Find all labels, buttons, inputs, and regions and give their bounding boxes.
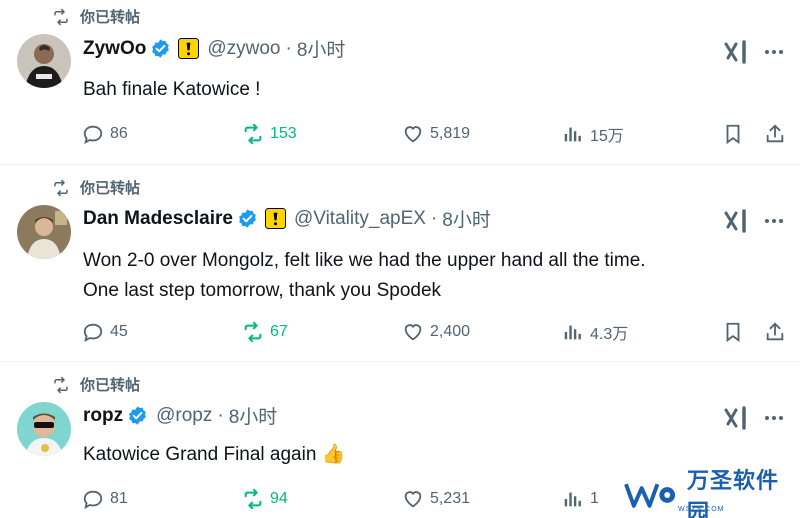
repost-label: 你已转帖 — [80, 180, 141, 197]
repost-label: 你已转帖 — [80, 9, 141, 26]
tweet-apex[interactable]: 你已转帖 Dan Madesclaire @Vitality_apEX · 8小… — [0, 165, 800, 361]
user-handle[interactable]: @ropz — [156, 405, 212, 427]
repost-count: 153 — [270, 125, 297, 142]
repost-icon — [54, 376, 68, 393]
grok-icon[interactable] — [722, 38, 750, 66]
repost-icon — [244, 321, 262, 343]
user-handle[interactable]: @Vitality_apEX — [294, 208, 426, 230]
reply-count: 45 — [110, 323, 128, 340]
tweet-text: Won 2-0 over Mongolz, felt like we had t… — [83, 246, 646, 306]
reply-icon — [83, 490, 103, 510]
like-count: 5,819 — [430, 125, 471, 142]
share-icon — [766, 124, 784, 143]
repost-count: 94 — [270, 490, 288, 507]
like-icon — [404, 324, 422, 341]
reply-button[interactable]: 86 — [82, 119, 128, 149]
avatar[interactable] — [17, 402, 71, 456]
like-icon — [404, 491, 422, 508]
views-button[interactable]: 4.3万 — [562, 317, 628, 347]
tweet-text-line: Katowice Grand Final again 👍 — [83, 444, 346, 465]
bookmark-icon — [726, 124, 740, 145]
repost-icon — [244, 123, 262, 145]
user-handle[interactable]: @zywoo — [207, 38, 280, 60]
view-count: 1 — [590, 490, 599, 507]
views-icon — [564, 492, 581, 507]
separator-dot: · — [217, 404, 224, 426]
tweet-actions: 45 67 2,400 4.3万 — [82, 317, 794, 347]
repost-button[interactable]: 94 — [242, 484, 288, 514]
more-icon[interactable] — [762, 40, 786, 64]
reply-button[interactable]: 81 — [82, 484, 128, 514]
share-icon — [766, 322, 784, 341]
like-icon — [404, 126, 422, 143]
reply-button[interactable]: 45 — [82, 317, 128, 347]
like-button[interactable]: 2,400 — [402, 317, 470, 347]
bookmark-button[interactable] — [722, 317, 744, 347]
tweet-zywoo[interactable]: 你已转帖 ZywOo @zywoo · 8小时 Bah finale Katow… — [0, 0, 800, 164]
more-icon[interactable] — [762, 209, 786, 233]
display-name[interactable]: ropz — [83, 405, 123, 427]
watermark-logo-icon — [624, 483, 676, 508]
separator-dot: · — [430, 207, 438, 229]
tweet-header: ropz @ropz · 8小时 — [83, 402, 277, 429]
separator-dot: · — [285, 37, 292, 59]
like-count: 2,400 — [430, 323, 471, 340]
display-name[interactable]: ZywOo — [83, 38, 146, 60]
tweet-text: Katowice Grand Final again 👍 — [83, 440, 345, 470]
view-count: 4.3万 — [590, 326, 629, 343]
repost-context: 你已转帖 — [52, 374, 140, 395]
tweet-text-line: Won 2-0 over Mongolz, felt like we had t… — [83, 250, 646, 271]
grok-icon[interactable] — [722, 207, 750, 235]
reply-icon — [83, 323, 103, 343]
more-icon[interactable] — [762, 406, 786, 430]
timestamp[interactable]: 8小时 — [442, 205, 491, 232]
verified-badge-icon — [152, 39, 170, 58]
display-name[interactable]: Dan Madesclaire — [83, 208, 233, 230]
repost-icon — [54, 8, 68, 25]
vitality-affiliate-icon[interactable] — [264, 208, 286, 229]
avatar[interactable] — [17, 205, 71, 259]
tweet-header: Dan Madesclaire @Vitality_apEX · 8小时 — [83, 205, 491, 232]
tweet-text-line: Bah finale Katowice ! — [83, 79, 261, 100]
tweet-header: ZywOo @zywoo · 8小时 — [83, 35, 345, 62]
repost-button[interactable]: 67 — [242, 317, 288, 347]
verified-badge-icon — [239, 209, 256, 228]
repost-icon — [244, 488, 262, 510]
repost-context: 你已转帖 — [52, 6, 140, 27]
reply-count: 81 — [110, 490, 128, 507]
bookmark-button[interactable] — [722, 119, 744, 149]
views-button[interactable]: 1 — [562, 484, 599, 514]
avatar[interactable] — [17, 34, 71, 88]
view-count: 15万 — [590, 128, 624, 145]
like-button[interactable]: 5,819 — [402, 119, 470, 149]
like-button[interactable]: 5,231 — [402, 484, 470, 514]
repost-icon — [54, 179, 68, 196]
vitality-affiliate-icon[interactable] — [178, 38, 200, 59]
tweet-text-line: One last step tomorrow, thank you Spodek — [83, 280, 442, 301]
views-icon — [564, 127, 581, 142]
tweet-actions: 86 153 5,819 15万 — [82, 119, 794, 149]
reply-count: 86 — [110, 125, 128, 142]
repost-count: 67 — [270, 323, 288, 340]
timestamp[interactable]: 8小时 — [229, 402, 278, 429]
reply-icon — [83, 125, 103, 145]
repost-context: 你已转帖 — [52, 177, 140, 198]
views-button[interactable]: 15万 — [562, 119, 624, 149]
bookmark-icon — [726, 322, 740, 343]
grok-icon[interactable] — [722, 404, 750, 432]
timestamp[interactable]: 8小时 — [297, 35, 346, 62]
verified-badge-icon — [129, 406, 147, 425]
share-button[interactable] — [764, 317, 786, 347]
repost-label: 你已转帖 — [80, 377, 141, 394]
share-button[interactable] — [764, 119, 786, 149]
site-watermark: 万圣软件园 WSZS.COM — [618, 468, 800, 518]
repost-button[interactable]: 153 — [242, 119, 297, 149]
tweet-text: Bah finale Katowice ! — [83, 75, 260, 105]
watermark-subtext: WSZS.COM — [678, 506, 725, 513]
like-count: 5,231 — [430, 490, 471, 507]
views-icon — [564, 325, 581, 340]
